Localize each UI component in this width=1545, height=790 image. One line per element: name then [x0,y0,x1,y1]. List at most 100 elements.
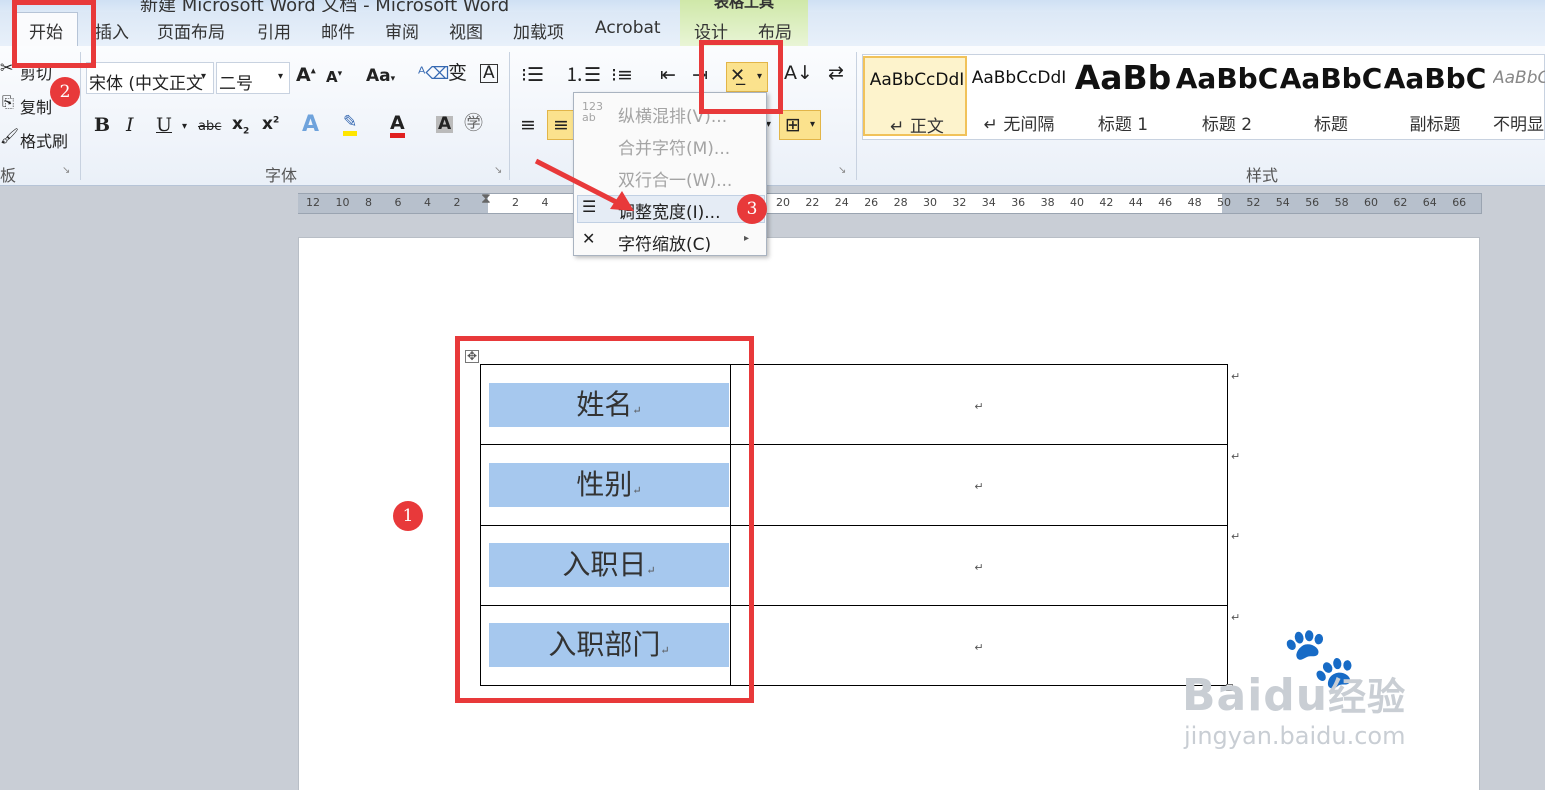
ruler-numbers: 12 10 8 6 4 2 2 4 20 22 24 26 28 30 32 34 36 38 40 42 44 46 48… [298,196,1482,212]
change-case-icon[interactable]: Aa▾ [366,68,395,85]
copy-icon: ⎘ [2,93,15,111]
tab-add-ins[interactable]: 加载项 [513,18,564,43]
chevron-down-icon: ▾ [810,119,816,130]
style-sample: AaBbC [1279,62,1383,95]
enclose-characters-icon[interactable]: ㊫ [464,114,483,133]
format-painter-icon: 🖌 [0,127,20,145]
style-subtitle[interactable]: AaBbC 副标题 [1383,56,1487,136]
annotation-arrow [534,158,634,211]
ruler-tick-label: 48 [1187,196,1202,209]
style-sample: AaBbC [1493,68,1545,88]
ruler-tick-label: 28 [893,196,908,209]
table-cell-value[interactable]: ↵ [730,524,1228,606]
table-cell-value[interactable]: ↵ [730,604,1228,687]
numbering-icon[interactable]: ⒈☰ [565,66,601,85]
style-name: 标题 1 [1097,115,1149,135]
menu-item-character-scaling[interactable]: ✕ 字符缩放(C) ▸ [574,224,766,256]
borders-button[interactable]: ⊞ ▾ [779,110,821,140]
paragraph-mark: ↵ [974,480,984,494]
style-no-spacing[interactable]: AaBbCcDdI ↵ 无间隔 [967,56,1071,136]
copy-button[interactable]: 复制 [20,94,52,118]
ruler-tick-label: 42 [1099,196,1114,209]
character-border-icon[interactable]: A [480,64,498,83]
chevron-down-icon[interactable]: ▾ [182,122,187,132]
style-sample: AaBbCcDdI [869,70,965,90]
ruler-tick-label: 20 [776,196,790,209]
chevron-down-icon[interactable]: ▾ [201,72,206,82]
context-group-label: 表格工具 [713,0,774,11]
ruler-tick-label: 22 [805,196,820,209]
style-heading-1[interactable]: AaBb 标题 1 [1071,56,1175,136]
font-name-combo[interactable]: 宋体 (中文正文 [86,62,214,94]
style-name: ↵ 无间隔 [983,115,1055,135]
indent-marker-icon[interactable]: ⧗ [481,192,491,206]
ruler-tick-label: 8 [365,196,372,209]
tab-mailings[interactable]: 邮件 [321,18,355,43]
step-badge-2: 2 [50,77,80,107]
bullets-icon[interactable]: ⁝☰ [521,66,544,85]
paragraph-mark: ↵ [974,400,984,414]
font-dialog-launcher-icon[interactable]: ↘ [494,165,502,176]
ruler-tick-label: 12 [306,196,320,209]
style-sample: AaBbC [1383,62,1487,95]
ruler-tick-label: 10 [335,196,350,209]
ruler-tick-label: 58 [1334,196,1349,209]
tab-references[interactable]: 引用 [257,18,291,43]
style-heading-2[interactable]: AaBbC 标题 2 [1175,56,1279,136]
tab-page-layout[interactable]: 页面布局 [157,18,225,43]
style-subtle-emphasis[interactable]: AaBbC 不明显 [1487,56,1545,136]
show-formatting-marks-icon[interactable]: ⇄ [828,64,844,83]
tab-view[interactable]: 视图 [449,18,483,43]
ruler-tick-label: 38 [1040,196,1055,209]
paragraph-mark: ↵ [974,560,984,574]
style-title[interactable]: AaBbC 标题 [1279,56,1383,136]
annotation-box-label-column [455,336,754,703]
style-name: 标题 [1314,115,1348,135]
group-separator [856,52,857,180]
multilevel-list-icon[interactable]: ⁝≡ [611,66,633,85]
style-name: 标题 2 [1201,115,1253,135]
format-painter-button[interactable]: 格式刷 [20,128,68,152]
clipboard-dialog-launcher-icon[interactable]: ↘ [62,165,70,176]
shrink-font-icon[interactable]: A▾ [326,70,342,85]
grow-font-icon[interactable]: A▴ [296,66,316,85]
font-color-icon[interactable]: A [390,114,405,138]
text-effects-icon[interactable]: A [302,114,319,136]
font-name-value: 宋体 (中文正文 [89,74,204,94]
tab-insert[interactable]: 插入 [95,18,129,43]
superscript-icon[interactable]: x2 [262,116,279,133]
character-shading-icon[interactable]: A [436,116,454,133]
sort-icon[interactable]: A↓ [784,64,813,83]
chevron-down-icon[interactable]: ▾ [278,72,283,82]
ruler-tick-label: 60 [1364,196,1378,209]
style-normal[interactable]: AaBbCcDdI ↵ 正文 [863,56,967,137]
style-name: 副标题 [1409,115,1461,135]
style-sample: AaBbCcDdI [971,68,1067,88]
paragraph-dialog-launcher-icon[interactable]: ↘ [838,165,846,176]
italic-icon[interactable]: I [126,116,134,135]
underline-icon[interactable]: U [156,116,172,135]
ruler-tick-label: 30 [923,196,937,209]
highlight-icon[interactable]: ✎ [343,114,358,136]
ruler-tick-label: 34 [981,196,996,209]
table-cell-value[interactable]: ↵ [730,363,1228,446]
ruler-tick-label: 26 [864,196,879,209]
ruler-tick-label: 36 [1011,196,1026,209]
phonetic-guide-icon[interactable]: 变 [448,64,467,83]
subscript-icon[interactable]: x2 [232,115,249,136]
annotation-box-chinese-layout [699,40,783,114]
ruler-tick-label: 4 [424,196,431,209]
ruler-tick-label: 32 [952,196,967,209]
ruler-tick-label: 54 [1275,196,1290,209]
bold-icon[interactable]: B [94,116,110,135]
decrease-indent-icon[interactable]: ⇤ [660,66,676,85]
styles-group-label: 样式 [1246,166,1279,185]
tab-acrobat[interactable]: Acrobat [595,18,661,38]
align-left-icon[interactable]: ≡ [520,116,536,135]
clear-formatting-icon[interactable]: ᴬ⌫ [418,66,449,83]
table-cell-value[interactable]: ↵ [730,444,1228,526]
ruler-tick-label: 2 [512,196,519,209]
tab-review[interactable]: 审阅 [385,18,419,43]
style-sample: AaBbC [1175,62,1279,95]
strikethrough-icon[interactable]: abc [198,120,221,133]
